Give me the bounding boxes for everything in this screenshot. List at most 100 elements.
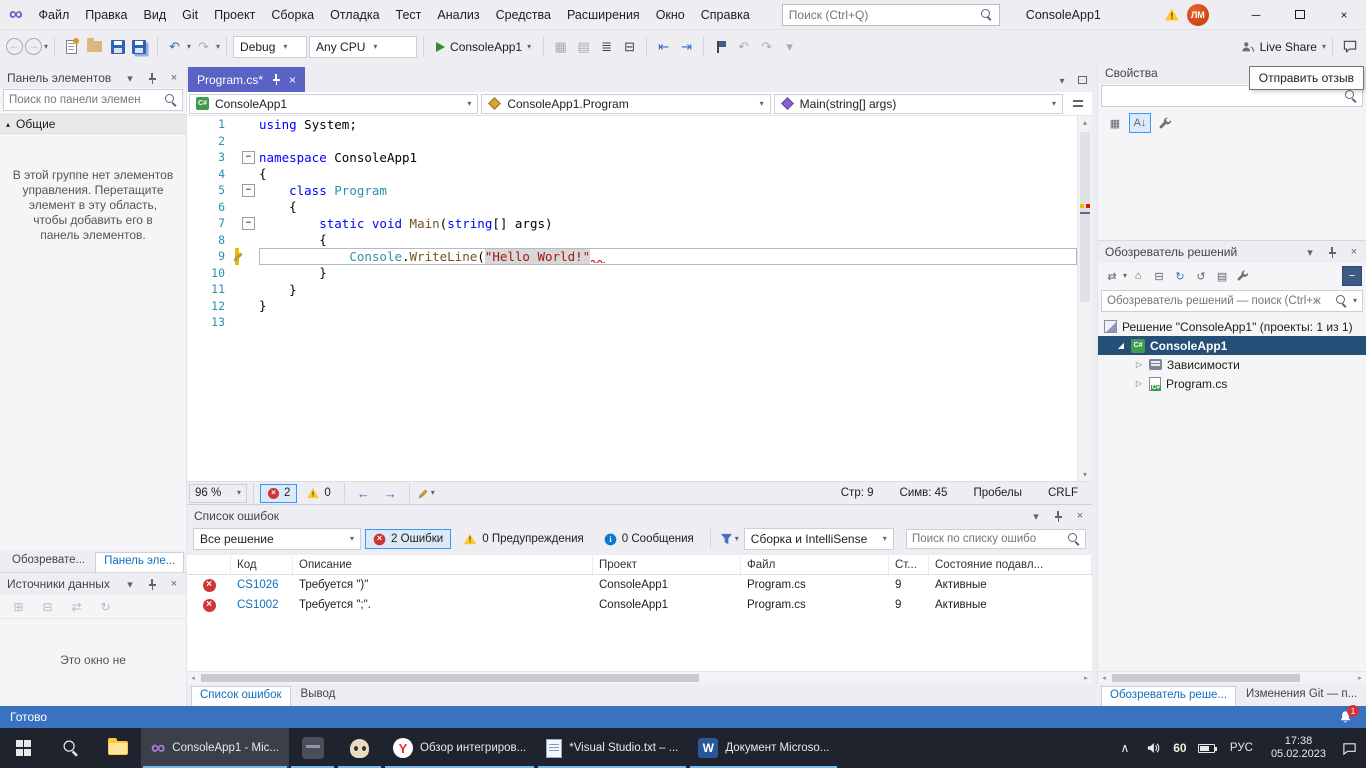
switch-views-icon[interactable]: ⇄ [1102,266,1122,286]
open-file-icon[interactable] [84,35,105,59]
menu-item-6[interactable]: Отладка [322,0,387,30]
code-line-1[interactable]: 1using System; [187,116,1092,133]
language-indicator[interactable]: РУС [1222,742,1261,754]
editor-errors-button[interactable]: 2 [260,484,297,503]
toggle-outlining-icon[interactable]: ⊟ [619,35,640,59]
close-icon[interactable]: × [1346,244,1362,260]
code-line-3[interactable]: 3−namespace ConsoleApp1 [187,149,1092,166]
next-bookmark-icon[interactable]: ↷ [756,35,777,59]
tab-toolbox[interactable]: Панель эле... [95,552,184,572]
navigate-backward-icon[interactable]: ← [351,486,376,501]
clock[interactable]: 17:38 05.02.2023 [1263,735,1334,761]
fold-collapse-icon[interactable]: − [242,151,255,164]
tab-output[interactable]: Вывод [293,686,344,706]
menu-item-11[interactable]: Окно [648,0,693,30]
minimize-button[interactable]: ─ [1234,0,1278,29]
redo-dropdown-icon[interactable]: ▾ [216,43,220,51]
save-all-icon[interactable] [130,35,151,59]
scroll-up-icon[interactable]: ▴ [1078,118,1092,127]
errors-filter-button[interactable]: 2 Ошибки [365,529,451,549]
editor-warnings-button[interactable]: 0 [299,484,337,503]
project-dropdown[interactable]: C# ConsoleApp1 ▾ [189,94,478,114]
error-list-hscrollbar[interactable]: ◂ ▸ [187,671,1092,684]
code-line-4[interactable]: 4{ [187,166,1092,183]
close-button[interactable]: × [1322,0,1366,29]
tree-item-program-cs[interactable]: ▷ C# Program.cs [1098,374,1366,393]
indent-increase-icon[interactable]: ⇥ [676,35,697,59]
fold-collapse-icon[interactable]: − [242,184,255,197]
menu-item-12[interactable]: Справка [693,0,758,30]
code-line-13[interactable]: 13 [187,314,1092,331]
tab-server-explorer[interactable]: Обозревате... [4,552,93,572]
window-position-icon[interactable]: ▾ [122,70,138,86]
window-position-icon[interactable]: ▾ [1028,508,1044,524]
navigate-backward-icon[interactable]: ← [6,38,23,55]
navigate-dropdown-icon[interactable]: ▾ [44,43,48,51]
home-icon[interactable]: ⌂ [1128,266,1148,286]
sync-with-active-document-icon[interactable]: ↻ [1170,266,1190,286]
solution-explorer-search-input[interactable]: Обозреватель решений — поиск (Ctrl+ж ▾ [1101,290,1363,312]
code-line-8[interactable]: 8 { [187,232,1092,249]
start-debugging-button[interactable]: ConsoleApp1 ▾ [430,35,537,59]
taskbar-word-button[interactable]: W Документ Microso... [688,728,839,768]
scrollbar-thumb[interactable] [1080,132,1090,302]
window-position-icon[interactable]: ▾ [1302,244,1318,260]
split-window-icon[interactable] [1066,94,1090,114]
indent-decrease-icon[interactable]: ⇤ [653,35,674,59]
fps-indicator[interactable]: 60 [1168,741,1192,755]
menu-item-0[interactable]: Файл [31,0,78,30]
refresh-data-source-icon[interactable]: ↻ [95,595,116,619]
scrollbar-thumb[interactable] [1112,674,1300,682]
alphabetical-sort-icon[interactable]: A↓ [1129,113,1151,133]
platform-dropdown[interactable]: Any CPU ▾ [309,36,417,58]
taskbar-browser-button[interactable]: Y Обзор интегриров... [383,728,536,768]
navigate-forward-icon[interactable]: → [378,486,403,501]
menu-item-5[interactable]: Сборка [263,0,322,30]
pin-icon[interactable] [144,576,160,592]
tray-chevron-up-icon[interactable]: ∧ [1112,741,1138,755]
close-icon[interactable]: × [166,70,182,86]
code-line-10[interactable]: 10 } [187,265,1092,282]
tab-program-cs[interactable]: Program.cs* × [188,67,305,92]
avatar[interactable]: ЛМ [1187,4,1209,26]
hot-reload-icon[interactable]: ▦ [550,35,571,59]
menu-item-10[interactable]: Расширения [559,0,648,30]
pin-icon[interactable] [1050,508,1066,524]
show-all-files-icon[interactable]: ▤ [1212,266,1232,286]
new-project-icon[interactable] [61,35,82,59]
status-line-ending[interactable]: CRLF [1048,487,1078,499]
intellisense-dropdown[interactable]: Сборка и IntelliSense ▾ [744,528,894,550]
taskbar-visual-studio-button[interactable]: ∞ ConsoleApp1 - Mic... [141,728,289,768]
code-line-11[interactable]: 11 } [187,281,1092,298]
column-suppression[interactable]: Состояние подавл... [929,555,1092,574]
warning-icon[interactable] [1165,9,1179,21]
code-cleanup-icon[interactable]: ▾ [416,481,437,505]
tree-item-dependencies[interactable]: ▷ Зависимости [1098,355,1366,374]
configuration-dropdown[interactable]: Debug ▾ [233,36,307,58]
file-explorer-button[interactable] [94,728,141,768]
undo-dropdown-icon[interactable]: ▾ [187,43,191,51]
sync-data-source-icon[interactable]: ⇄ [66,595,87,619]
error-table-row-CS1002[interactable]: CS1002Требуется ";".ConsoleApp1Program.c… [187,595,1092,615]
error-table-row-CS1026[interactable]: CS1026Требуется ")"ConsoleApp1Program.cs… [187,575,1092,595]
break-all-icon[interactable]: ▤ [573,35,594,59]
editor-vertical-scrollbar[interactable]: ▴ ▾ [1077,116,1092,481]
toolbar-options-icon[interactable]: ▾ [779,35,800,59]
close-icon[interactable]: × [1072,508,1088,524]
scroll-down-icon[interactable]: ▾ [1078,470,1092,479]
code-line-12[interactable]: 12} [187,298,1092,315]
menu-item-7[interactable]: Тест [388,0,430,30]
toolbox-search-input[interactable]: Поиск по панели элемен [3,89,183,111]
battery-icon[interactable] [1194,744,1220,753]
error-scope-dropdown[interactable]: Все решение ▾ [193,528,361,550]
close-icon[interactable]: × [166,576,182,592]
warnings-filter-button[interactable]: 0 Предупреждения [455,529,592,549]
column-icon[interactable] [187,555,231,574]
scroll-right-icon[interactable]: ▸ [1080,672,1092,684]
tree-item-project-consoleapp1[interactable]: ◢ C# ConsoleApp1 [1098,336,1366,355]
column-code[interactable]: Код [231,555,293,574]
menu-item-4[interactable]: Проект [206,0,263,30]
maximize-button[interactable] [1278,0,1322,29]
menu-item-2[interactable]: Вид [136,0,175,30]
quick-search-input[interactable]: Поиск (Ctrl+Q) [782,4,1000,26]
